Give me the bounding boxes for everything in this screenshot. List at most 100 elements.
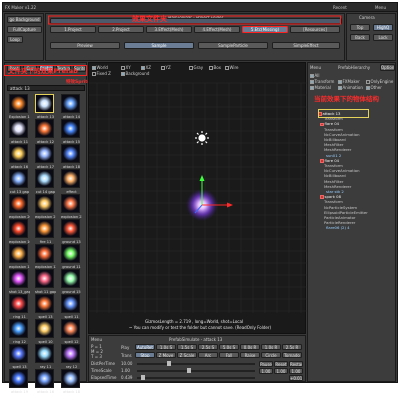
play-button[interactable]: 5.0s S [219, 344, 239, 350]
prefab-thumbnail[interactable]: explosion 11 [9, 244, 30, 269]
sim-control-button[interactable]: Pause [259, 361, 273, 367]
trans-button[interactable]: Arc [198, 352, 218, 358]
prefab-search-input[interactable] [7, 85, 85, 91]
scene-view[interactable]: World Fixed Z XY XZ YZ Background Gray B… [88, 62, 307, 334]
prefab-thumbnail[interactable]: ring 12 [9, 319, 28, 344]
trans-button[interactable]: Fall [219, 352, 239, 358]
prefab-thumbnail[interactable]: attack 16 [35, 369, 54, 394]
prefab-thumbnail[interactable]: attack 15 [61, 119, 80, 144]
prefab-thumbnail[interactable]: fire 11 [35, 219, 54, 244]
prefab-thumbnail[interactable]: attack 17 [35, 144, 54, 169]
filter-onlyengine[interactable]: OnlyEngine [366, 79, 393, 84]
toggle-gray[interactable]: Gray [189, 65, 203, 70]
prefab-thumbnail[interactable]: attack 12 [35, 119, 54, 144]
sim-control-button[interactable]: 1.00 [289, 368, 303, 374]
filter-fxmaker[interactable]: FXMaker [338, 79, 360, 84]
prefab-thumbnail[interactable]: spell 10 [35, 319, 54, 344]
toggle-background[interactable]: Background [121, 71, 149, 76]
hierarchy-menu-label[interactable]: Menu [310, 65, 321, 70]
prefab-thumbnail[interactable]: explosion 10 [9, 219, 30, 244]
prefab-thumbnail[interactable]: cut 13 gap [9, 169, 29, 194]
filter-other[interactable]: Other [366, 85, 382, 90]
play-button[interactable]: 2.5s R [282, 344, 302, 350]
trans-button[interactable]: Stop [135, 352, 155, 358]
slider-track[interactable] [137, 363, 255, 365]
filter-all[interactable]: All [310, 73, 319, 78]
camera-lock-button[interactable]: Lock [373, 34, 393, 41]
prefab-thumbnail[interactable]: explosion 20 [9, 194, 30, 219]
play-button[interactable]: 1.0s S [156, 344, 176, 350]
subtab-preview[interactable]: Preview [50, 42, 120, 49]
prefab-thumbnail[interactable]: spell 11 [61, 294, 80, 319]
prefab-thumbnail[interactable]: explosion 22 [61, 194, 82, 219]
toggle-yz[interactable]: YZ [161, 65, 171, 70]
hierarchy-node[interactable]: flare06 (2) 4 [318, 225, 394, 230]
recent-label[interactable]: Recent [333, 5, 347, 10]
filter-transform[interactable]: Transform [310, 79, 334, 84]
play-button[interactable]: 1.5s S [177, 344, 197, 350]
prefab-thumbnail[interactable]: attack 11 [9, 119, 28, 144]
play-button[interactable]: AutoRet [135, 344, 155, 350]
trans-button[interactable]: Raise [240, 352, 260, 358]
prefab-thumbnail[interactable]: attack 18 [61, 369, 80, 394]
sim-control-button[interactable]: 1.00 [274, 368, 288, 374]
sim-control-button[interactable]: Reset [274, 361, 288, 367]
prefab-thumbnail[interactable]: ground 13 [61, 219, 81, 244]
prefab-thumbnail[interactable]: attack 16 [9, 144, 28, 169]
camera-back-button[interactable]: Back [350, 34, 370, 41]
prefab-thumbnail[interactable]: shot 11 gap [35, 269, 56, 294]
background-button[interactable]: go Background [7, 16, 42, 23]
toggle-world[interactable]: World [92, 65, 108, 70]
prefab-thumbnail[interactable]: ground 11 [61, 244, 81, 269]
prefab-thumbnail[interactable]: attack 14 [61, 94, 80, 119]
menu-label[interactable]: Menu [375, 5, 386, 10]
prefab-thumbnail[interactable]: effect [61, 169, 80, 194]
prefab-thumbnail[interactable]: attack 19 [9, 369, 28, 394]
filter-material[interactable]: Material [310, 85, 331, 90]
trans-button[interactable]: Z Move [156, 352, 176, 358]
trans-button[interactable]: Circle [261, 352, 281, 358]
prefab-thumbnail[interactable]: ray 11 [35, 344, 54, 369]
toggle-wire[interactable]: Wire [225, 65, 239, 70]
toggle-xy[interactable]: XY [121, 65, 131, 70]
prefab-thumbnail[interactable]: cut 14 gap [35, 169, 55, 194]
trans-button[interactable]: Z Scale [177, 352, 197, 358]
slider-track[interactable] [137, 377, 255, 379]
sim-control-button[interactable]: +0.01 [289, 375, 303, 381]
filter-animation[interactable]: Animation [338, 85, 363, 90]
sim-control-button[interactable]: Restart [289, 361, 303, 367]
slider-handle[interactable] [187, 368, 191, 373]
prefab-thumbnail[interactable]: ray 12 [61, 344, 80, 369]
prefab-thumbnail[interactable]: spell 12 [61, 319, 80, 344]
subtab-sample-particle[interactable]: SampleParticle [198, 42, 268, 49]
simulate-menu-label[interactable]: Menu [91, 337, 102, 342]
toggle-fixed-z[interactable]: Fixed Z [92, 71, 111, 76]
camera-top-button[interactable]: Top [350, 24, 370, 31]
play-button[interactable]: 0.0s R [240, 344, 260, 350]
prefab-thumbnail[interactable]: explosion 12 [35, 244, 56, 269]
camera-highq-button[interactable]: HighQ [373, 24, 393, 31]
play-button[interactable]: 1.0s R [261, 344, 281, 350]
prefab-thumbnail[interactable]: spell 13 [9, 344, 28, 369]
prefab-thumbnail[interactable]: explosion 21 [35, 194, 56, 219]
slider-track[interactable] [137, 370, 255, 372]
subtab-sample[interactable]: Sample [124, 42, 194, 49]
hierarchy-option-button[interactable]: Option [380, 64, 395, 71]
loop-button[interactable]: Loop [7, 36, 23, 43]
trans-button[interactable]: Tornado [282, 352, 302, 358]
prefab-thumbnail[interactable]: shot 13_gap [9, 269, 30, 294]
prefab-thumbnail[interactable]: ring 11 [9, 294, 28, 319]
toggle-box[interactable]: Box [209, 65, 221, 70]
fullcapture-button[interactable]: FullCapture [7, 26, 42, 33]
prefab-thumbnail[interactable]: spell 13 [35, 294, 54, 319]
prefab-thumbnail[interactable]: ground 15 [61, 269, 81, 294]
sim-control-button[interactable]: 1.00 [259, 368, 273, 374]
prefab-thumbnail[interactable]: Explosion 11 [9, 94, 30, 119]
prefab-thumbnail[interactable]: attack 18 [61, 144, 80, 169]
prefab-thumbnail[interactable]: attack 13 [35, 94, 54, 119]
play-button[interactable]: 2.5s S [198, 344, 218, 350]
slider-handle[interactable] [141, 375, 145, 380]
subtab-simple-effect[interactable]: SimpleEffect [272, 42, 340, 49]
slider-handle[interactable] [167, 361, 171, 366]
toggle-xz[interactable]: XZ [141, 65, 151, 70]
